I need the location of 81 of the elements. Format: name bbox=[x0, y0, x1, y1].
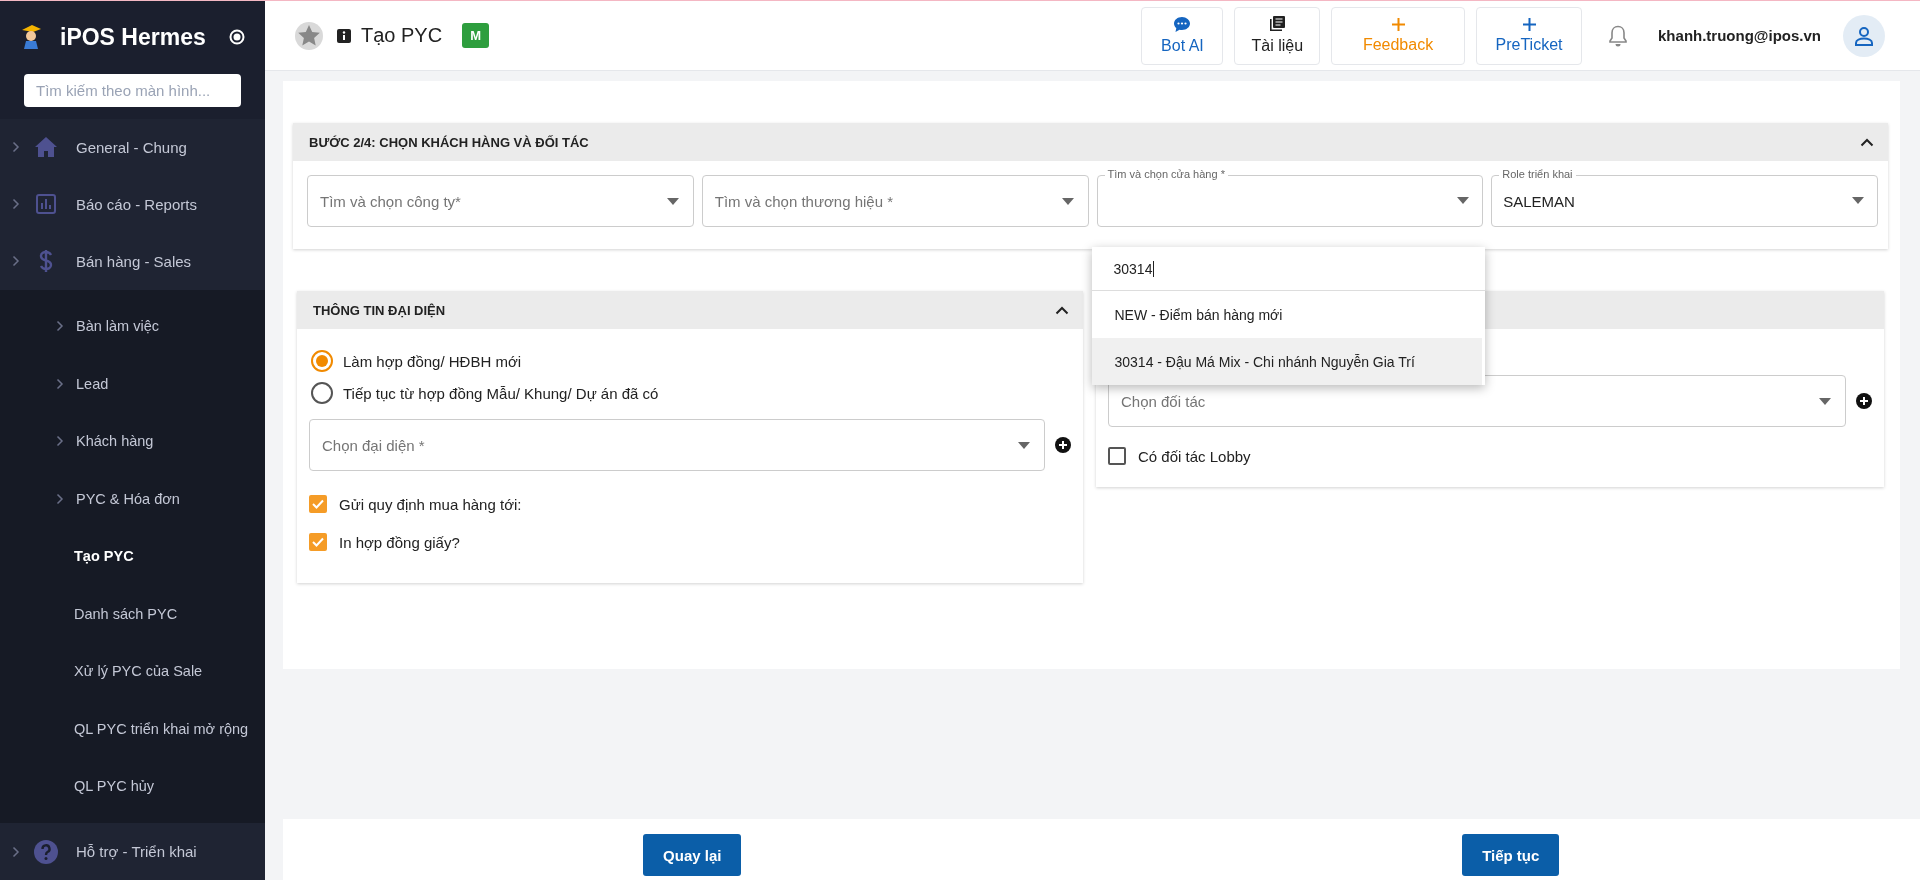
sidebar-subitem[interactable]: Lead bbox=[0, 355, 265, 413]
caret-down-icon bbox=[1852, 197, 1864, 204]
radio-option[interactable]: Làm hợp đồng/ HĐBH mới bbox=[309, 345, 1071, 377]
add-icon[interactable] bbox=[1055, 437, 1071, 453]
sidebar-item-label: Hỗ trợ - Triển khai bbox=[76, 843, 197, 860]
caret-down-icon bbox=[1061, 198, 1074, 205]
toolbar-button[interactable]: PreTicket bbox=[1476, 6, 1583, 65]
sidebar-subitem[interactable]: Tạo PYC bbox=[0, 527, 265, 585]
field-label: Tìm và chọn cửa hàng * bbox=[1104, 168, 1228, 180]
caret-down-icon bbox=[666, 198, 679, 205]
radio-icon[interactable] bbox=[311, 382, 333, 404]
select-field[interactable]: Tìm và chọn thương hiệu * bbox=[701, 175, 1089, 227]
checkbox-icon[interactable] bbox=[309, 495, 327, 513]
select-field[interactable]: Role triển khai SALEMAN bbox=[1491, 168, 1878, 227]
app-title: iPOS Hermes bbox=[60, 23, 207, 51]
radio-target-icon[interactable] bbox=[229, 29, 245, 46]
checkbox-icon[interactable] bbox=[1108, 447, 1126, 465]
select-field[interactable]: Chọn đại diện * bbox=[309, 419, 1045, 471]
chevron-right-icon bbox=[56, 377, 64, 390]
chevron-right-icon bbox=[12, 255, 20, 267]
checkbox-option[interactable]: Gửi quy định mua hàng tới: bbox=[309, 485, 1071, 523]
info-icon bbox=[337, 28, 351, 43]
select-field[interactable]: Tìm và chọn cửa hàng * bbox=[1096, 168, 1484, 227]
mode-badge: M bbox=[462, 23, 490, 48]
mascot-logo bbox=[20, 24, 42, 51]
dropdown-option[interactable]: NEW - Điểm bán hàng mới bbox=[1091, 291, 1482, 338]
sidebar-subitem[interactable]: Bàn làm việc bbox=[0, 297, 265, 355]
help-icon bbox=[34, 839, 58, 864]
sidebar-item-label: Bán hàng - Sales bbox=[76, 252, 192, 270]
chat-icon bbox=[1174, 16, 1191, 32]
bell-icon[interactable] bbox=[1608, 24, 1629, 47]
chevron-right-icon bbox=[56, 320, 64, 333]
toolbar-button[interactable]: Tài liệu bbox=[1234, 6, 1321, 65]
section-title: BƯỚC 2/4: CHỌN KHÁCH HÀNG VÀ ĐỐI TÁC bbox=[309, 134, 589, 150]
caret-down-icon bbox=[1819, 398, 1831, 405]
chevron-right-icon bbox=[12, 198, 20, 210]
chart-icon bbox=[36, 194, 56, 214]
field-label: Role triển khai bbox=[1499, 168, 1576, 180]
avatar[interactable] bbox=[1843, 14, 1885, 57]
caret-down-icon bbox=[1457, 197, 1470, 204]
chevron-right-icon bbox=[12, 141, 20, 153]
sidebar-item[interactable]: Bán hàng - Sales bbox=[0, 232, 265, 290]
nav-button[interactable]: Quay lại bbox=[643, 834, 742, 876]
chevron-right-icon bbox=[56, 435, 64, 448]
sidebar-subitem[interactable]: QL PYC hủy bbox=[0, 757, 265, 815]
dropdown-option[interactable]: 30314 - Đậu Má Mix - Chi nhánh Nguyễn Gia Trí bbox=[1091, 338, 1482, 385]
sidebar-subitem[interactable]: Danh sách PYC bbox=[0, 585, 265, 643]
sidebar-item[interactable]: Hỗ trợ - Triển khai bbox=[0, 823, 265, 880]
home-icon bbox=[35, 137, 57, 157]
chevron-right-icon bbox=[56, 492, 64, 505]
radio-icon[interactable] bbox=[311, 350, 333, 372]
sidebar-subitem[interactable]: QL PYC triển khai mở rộng bbox=[0, 700, 265, 758]
chevron-right-icon bbox=[12, 845, 20, 858]
search-field[interactable]: Tìm kiếm theo màn hình... bbox=[24, 73, 241, 107]
checkbox-icon[interactable] bbox=[309, 533, 327, 551]
book-icon bbox=[1269, 16, 1286, 32]
checkbox-option[interactable]: In hợp đồng giấy? bbox=[309, 523, 1071, 561]
sidebar-item-label: Báo cáo - Reports bbox=[76, 195, 197, 213]
sidebar-subitem[interactable]: Xử lý PYC của Sale bbox=[0, 642, 265, 700]
page-title: Tạo PYC bbox=[361, 24, 443, 47]
checkbox-option[interactable]: Có đối tác Lobby bbox=[1108, 437, 1872, 475]
add-icon[interactable] bbox=[1856, 393, 1872, 409]
sidebar-subitem[interactable]: Khách hàng bbox=[0, 412, 265, 470]
toolbar-button[interactable]: Bot AI bbox=[1141, 6, 1224, 65]
caret-down-icon bbox=[1018, 442, 1030, 449]
sidebar-subitem[interactable]: PYC & Hóa đơn bbox=[0, 470, 265, 528]
sidebar-item-label: General - Chung bbox=[76, 138, 187, 156]
select-field[interactable]: Chọn đối tác bbox=[1108, 375, 1846, 427]
plus-icon bbox=[1522, 17, 1536, 31]
collapse-icon[interactable] bbox=[1860, 137, 1874, 147]
select-field[interactable]: Tìm và chọn công ty* bbox=[307, 175, 694, 227]
sidebar-item[interactable]: Báo cáo - Reports bbox=[0, 175, 265, 233]
plus-icon bbox=[1391, 17, 1405, 31]
dollar-icon bbox=[39, 249, 53, 273]
collapse-icon[interactable] bbox=[1055, 305, 1069, 315]
nav-button[interactable]: Tiếp tục bbox=[1462, 834, 1560, 876]
section-title: THÔNG TIN ĐẠI DIỆN bbox=[313, 302, 446, 318]
radio-option[interactable]: Tiếp tục từ hợp đồng Mẫu/ Khung/ Dự án đã có bbox=[309, 377, 1071, 409]
user-email: khanh.truong@ipos.vn bbox=[1658, 27, 1821, 44]
sidebar-item[interactable]: General - Chung bbox=[0, 118, 265, 176]
dropdown-search-field[interactable]: 30314 bbox=[1091, 247, 1485, 291]
